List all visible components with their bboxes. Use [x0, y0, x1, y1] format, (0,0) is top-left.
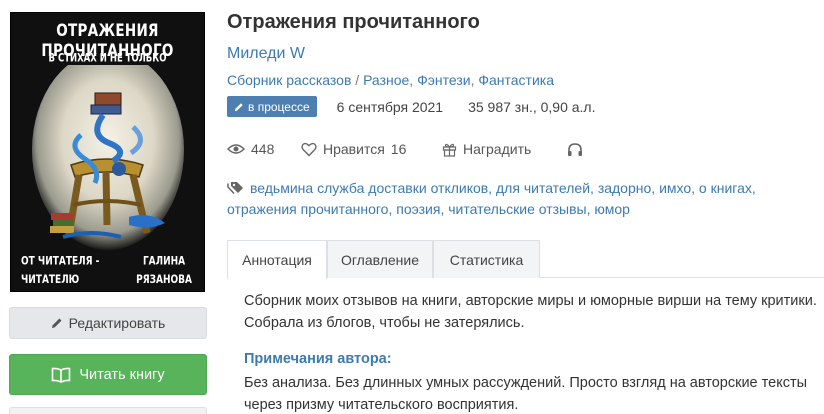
reward-label: Наградить [463, 141, 532, 157]
author-notes-heading: Примечания автора: [244, 351, 392, 367]
cover-dedication-line-1: ОТ ЧИТАТЕЛЯ - [21, 255, 100, 269]
like-label: Нравится [323, 141, 385, 157]
tag-link[interactable]: имхо [659, 180, 691, 196]
cover-dedication-line-2: ЧИТАТЕЛЮ [21, 274, 80, 287]
book-stats: 448 Нравится 16 Наградить [227, 138, 583, 160]
tag-link[interactable]: отражения прочитанного [227, 201, 388, 217]
genre-separator: , [409, 72, 418, 88]
like-count: 16 [390, 141, 407, 157]
genre-link[interactable]: Фантастика [478, 72, 554, 88]
tag-list: ведьмина служба доставки откликов, для ч… [227, 180, 756, 217]
annotation-text: Сборник моих отзывов на книги, авторские… [244, 293, 817, 331]
publish-date: 6 сентября 2021 [336, 98, 444, 115]
cover-author-last-name: РЯЗАНОВА [136, 274, 192, 287]
cover-subtitle: В СТИХАХ И НЕ ТОЛЬКО [48, 52, 167, 66]
tag-link[interactable]: о книгах [699, 180, 752, 196]
book-size: 35 987 зн., 0,90 а.л. [468, 98, 596, 115]
heart-icon [301, 142, 317, 156]
tag-link[interactable]: поэзия [396, 201, 440, 217]
status-label: в процессе [248, 99, 310, 114]
book-cover[interactable]: ОТРАЖЕНИЯ ПРОЧИТАННОГО В СТИХАХ И НЕ ТОЛ… [10, 12, 205, 292]
cover-dedication: ОТ ЧИТАТЕЛЯ - ЧИТАТЕЛЮ [21, 253, 99, 291]
genre-separator: / [351, 72, 364, 88]
views-count: 448 [251, 141, 275, 157]
genre-link[interactable]: Сборник рассказов [227, 72, 351, 88]
edit-button[interactable]: Редактировать [9, 307, 207, 339]
views-counter: 448 [227, 141, 301, 157]
pencil-icon [51, 318, 62, 328]
edit-button-label: Редактировать [68, 315, 166, 331]
cover-author: ГАЛИНА РЯЗАНОВА [136, 253, 192, 291]
cover-author-first-name: ГАЛИНА [142, 255, 186, 269]
tab-annotation[interactable]: Аннотация [227, 240, 327, 279]
tags-icon [227, 182, 243, 195]
pencil-icon [234, 102, 243, 111]
like-button[interactable]: Нравится 16 [301, 141, 442, 157]
book-title: Отражения прочитанного [227, 11, 480, 33]
secondary-button[interactable] [9, 407, 207, 414]
genre-list: Сборник рассказов / Разное, Фэнтези, Фан… [227, 72, 554, 88]
tag-link[interactable]: юмор [594, 201, 630, 217]
tag-link[interactable]: для читателей [496, 180, 590, 196]
tab-contents[interactable]: Оглавление [327, 240, 433, 278]
tab-statistics[interactable]: Статистика [433, 240, 540, 278]
cover-illustration [32, 65, 184, 250]
eye-icon [227, 144, 245, 154]
headphones-icon [568, 142, 582, 156]
tag-link[interactable]: задорно [598, 180, 651, 196]
tag-link[interactable]: ведьмина служба доставки откликов [250, 180, 488, 196]
genre-link[interactable]: Фэнтези [417, 72, 471, 88]
read-book-button-label: Читать книгу [79, 366, 165, 383]
genre-link[interactable]: Разное [363, 72, 409, 88]
author-notes-text: Без анализа. Без длинных умных рассужден… [244, 375, 808, 413]
read-book-button[interactable]: Читать книгу [9, 354, 207, 395]
reward-button[interactable]: Наградить [442, 141, 567, 157]
tag-link[interactable]: читательские отзывы [448, 201, 586, 217]
gift-icon [442, 143, 457, 157]
status-badge: в процессе [227, 96, 317, 117]
audio-button[interactable] [567, 142, 583, 157]
author-link[interactable]: Миледи W [227, 45, 305, 63]
open-book-icon [52, 367, 71, 383]
book-meta: в процессе 6 сентября 2021 35 987 зн., 0… [227, 96, 596, 117]
tab-bar: Аннотация Оглавление Статистика [227, 240, 824, 279]
